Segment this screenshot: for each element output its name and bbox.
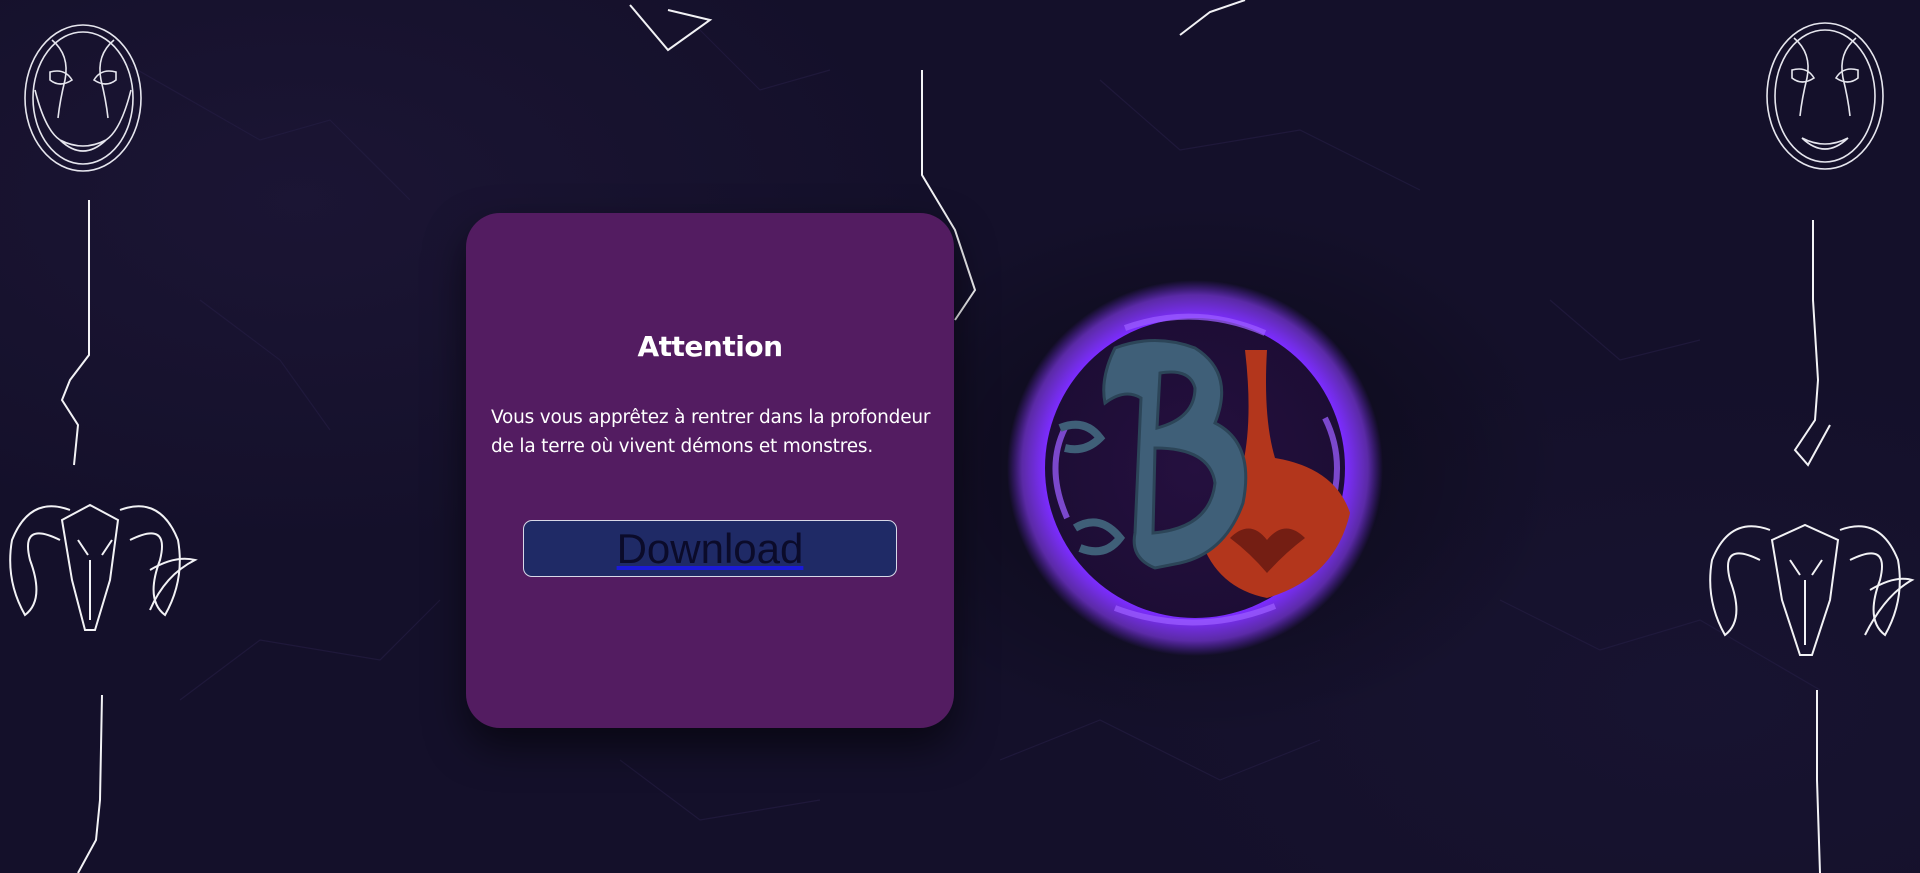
download-button[interactable]: Download [523, 520, 897, 577]
mask-icon [24, 24, 142, 172]
warning-modal: Attention Vous vous apprêtez à rentrer d… [466, 213, 954, 728]
ram-skull-icon [9, 503, 198, 631]
modal-message: Vous vous apprêtez à rentrer dans la pro… [491, 407, 931, 457]
modal-title: Attention [637, 330, 783, 363]
mask-icon [1766, 22, 1884, 170]
download-link[interactable]: Download [617, 525, 804, 573]
emblem-logo [1007, 280, 1383, 656]
ram-skull-icon [1709, 523, 1915, 656]
decorations [9, 0, 1915, 873]
